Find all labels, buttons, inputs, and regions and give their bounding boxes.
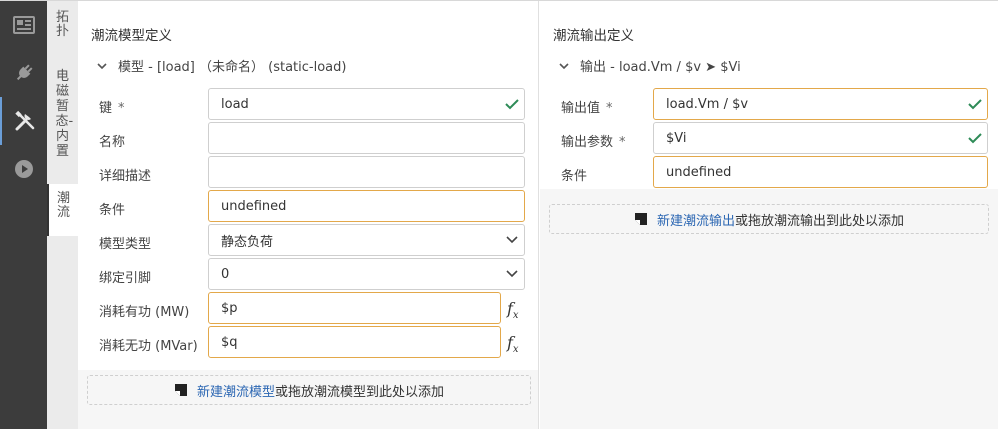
output-param-input[interactable]: $Vi xyxy=(653,122,988,154)
model-type-label: 模型类型 xyxy=(99,237,152,252)
tab-powerflow[interactable]: 潮流 xyxy=(47,184,78,236)
model-definition-panel: 潮流模型定义 模型 - [load] （未命名） (static-load) 键… xyxy=(78,1,539,429)
tab-topology[interactable]: 拓扑 xyxy=(47,11,78,39)
dropzone-hint: 或拖放潮流输出到此处以添加 xyxy=(735,213,905,229)
field-row-output-param: 输出参数 * $Vi xyxy=(540,122,998,156)
rail-button-tools[interactable] xyxy=(0,97,47,145)
rail-button-plugin[interactable] xyxy=(0,49,47,97)
panel-title: 潮流模型定义 xyxy=(91,28,172,44)
pin-select[interactable]: 0 xyxy=(208,258,525,290)
output-condition-label: 条件 xyxy=(561,169,588,184)
rail-button-overview[interactable] xyxy=(0,1,47,49)
field-row-condition: 条件 undefined xyxy=(78,190,538,224)
field-row-model-type: 模型类型 静态负荷 xyxy=(78,224,538,258)
pin-label: 绑定引脚 xyxy=(99,271,152,286)
check-icon xyxy=(968,133,982,144)
activity-bar xyxy=(0,1,47,429)
tab-emt-builtin[interactable]: 电磁暂态-内置 xyxy=(47,69,78,159)
function-icon[interactable]: fx xyxy=(507,299,519,321)
chevron-down-icon xyxy=(559,62,569,69)
active-power-input[interactable]: $p xyxy=(208,292,501,324)
field-row-name: 名称 xyxy=(78,122,538,156)
check-icon xyxy=(505,99,519,110)
model-section-title: 模型 - [load] （未命名） (static-load) xyxy=(118,60,347,75)
new-output-link[interactable]: 新建潮流输出 xyxy=(657,210,735,229)
output-condition-input[interactable]: undefined xyxy=(653,156,988,188)
key-label: 键 * xyxy=(99,101,125,116)
new-model-link[interactable]: 新建潮流模型 xyxy=(197,381,275,400)
output-section-header[interactable]: 输出 - load.Vm / $v ➤ $Vi xyxy=(557,56,741,75)
rail-button-run[interactable] xyxy=(0,145,47,193)
function-icon[interactable]: fx xyxy=(507,333,519,355)
panel-title: 潮流输出定义 xyxy=(553,28,634,44)
new-item-icon xyxy=(174,384,187,396)
vertical-tab-strip: 拓扑 电磁暂态-内置 潮流 xyxy=(47,1,78,429)
output-section-title: 输出 - load.Vm / $v ➤ $Vi xyxy=(580,60,741,75)
description-input[interactable] xyxy=(208,156,525,188)
newspaper-icon xyxy=(12,16,35,34)
field-row-pin: 绑定引脚 0 xyxy=(78,258,538,292)
model-type-select[interactable]: 静态负荷 xyxy=(208,224,525,256)
model-section-header[interactable]: 模型 - [load] （未命名） (static-load) xyxy=(95,56,346,75)
key-input[interactable]: load xyxy=(208,88,525,120)
play-circle-icon xyxy=(14,160,33,178)
field-row-output-value: 输出值 * load.Vm / $v xyxy=(540,88,998,122)
field-row-description: 详细描述 xyxy=(78,156,538,190)
chevron-down-icon xyxy=(506,236,518,244)
name-input[interactable] xyxy=(208,122,525,154)
active-power-label: 消耗有功 (MW) xyxy=(99,305,190,320)
reactive-power-label: 消耗无功 (MVar) xyxy=(99,339,198,354)
tab-emt-builtin-label: 电磁暂态-内置 xyxy=(55,69,74,159)
field-row-output-condition: 条件 undefined xyxy=(540,156,998,190)
dropzone-hint: 或拖放潮流模型到此处以添加 xyxy=(275,384,445,400)
field-row-active-power: 消耗有功 (MW) $p fx xyxy=(78,292,538,326)
chevron-down-icon xyxy=(506,270,518,278)
condition-label: 条件 xyxy=(99,203,126,218)
field-row-reactive-power: 消耗无功 (MVar) $q fx xyxy=(78,326,538,360)
output-value-label: 输出值 * xyxy=(561,101,613,116)
condition-input[interactable]: undefined xyxy=(208,190,525,222)
output-definition-panel: 潮流输出定义 输出 - load.Vm / $v ➤ $Vi 输出值 * load… xyxy=(540,1,998,429)
new-item-icon xyxy=(634,213,647,225)
name-label: 名称 xyxy=(99,135,126,150)
app-root: 拓扑 电磁暂态-内置 潮流 潮流模型定义 模型 - [load] （未命名） (… xyxy=(0,0,998,429)
output-param-label: 输出参数 * xyxy=(561,135,626,150)
field-row-key: 键 * load xyxy=(78,88,538,122)
chevron-down-icon xyxy=(97,62,107,69)
output-value-input[interactable]: load.Vm / $v xyxy=(653,88,988,120)
plug-icon xyxy=(16,64,32,81)
tools-icon xyxy=(14,110,34,131)
check-icon xyxy=(968,99,982,110)
description-label: 详细描述 xyxy=(99,169,152,184)
output-dropzone[interactable]: 新建潮流输出 或拖放潮流输出到此处以添加 xyxy=(549,204,989,234)
tab-topology-label: 拓扑 xyxy=(55,10,69,39)
tab-powerflow-label: 潮流 xyxy=(56,191,70,220)
model-dropzone[interactable]: 新建潮流模型 或拖放潮流模型到此处以添加 xyxy=(87,375,531,405)
reactive-power-input[interactable]: $q xyxy=(208,326,501,358)
